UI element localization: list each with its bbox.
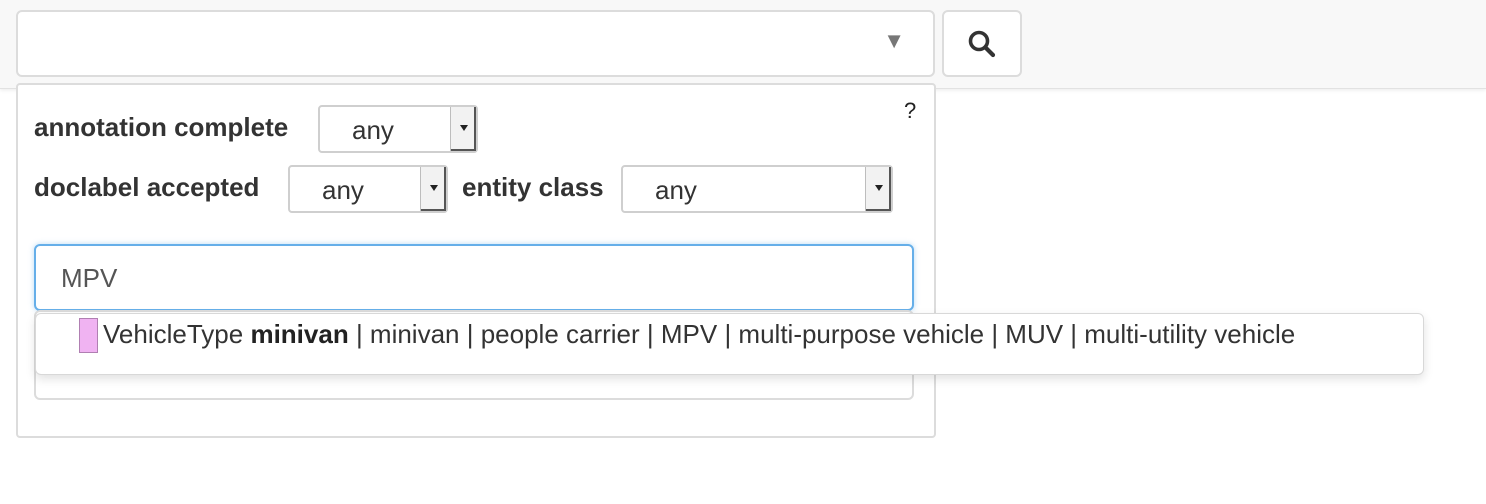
doclabel-accepted-value: any bbox=[322, 175, 364, 205]
suggestion-item[interactable]: VehicleType minivan | minivan | people c… bbox=[103, 321, 1295, 347]
entity-class-value: any bbox=[655, 175, 697, 205]
dropdown-arrow-icon bbox=[450, 107, 476, 151]
search-button[interactable] bbox=[942, 10, 1022, 77]
help-link[interactable]: ? bbox=[904, 98, 916, 124]
annotation-complete-label: annotation complete bbox=[34, 112, 289, 142]
entity-class-select[interactable]: any bbox=[621, 165, 893, 213]
main-search-select[interactable]: ▼ bbox=[16, 10, 935, 77]
dropdown-arrow-icon bbox=[865, 167, 891, 211]
entity-search-value: MPV bbox=[61, 263, 118, 293]
annotation-complete-select[interactable]: any bbox=[318, 105, 478, 153]
suggestion-class: VehicleType bbox=[103, 319, 244, 349]
suggestion-entity: minivan bbox=[250, 319, 349, 349]
doclabel-accepted-label: doclabel accepted bbox=[34, 172, 260, 202]
entity-search-input[interactable]: MPV bbox=[34, 244, 914, 311]
search-icon bbox=[968, 30, 996, 57]
annotation-complete-value: any bbox=[352, 115, 394, 145]
entity-class-label: entity class bbox=[462, 172, 604, 202]
entity-color-swatch bbox=[79, 318, 98, 353]
suggestion-synonyms: | minivan | people carrier | MPV | multi… bbox=[355, 319, 1296, 349]
doclabel-accepted-select[interactable]: any bbox=[288, 165, 448, 213]
autocomplete-dropdown: VehicleType minivan | minivan | people c… bbox=[35, 313, 1424, 375]
dropdown-arrow-icon bbox=[420, 167, 446, 211]
chevron-down-icon[interactable]: ▼ bbox=[883, 30, 905, 52]
